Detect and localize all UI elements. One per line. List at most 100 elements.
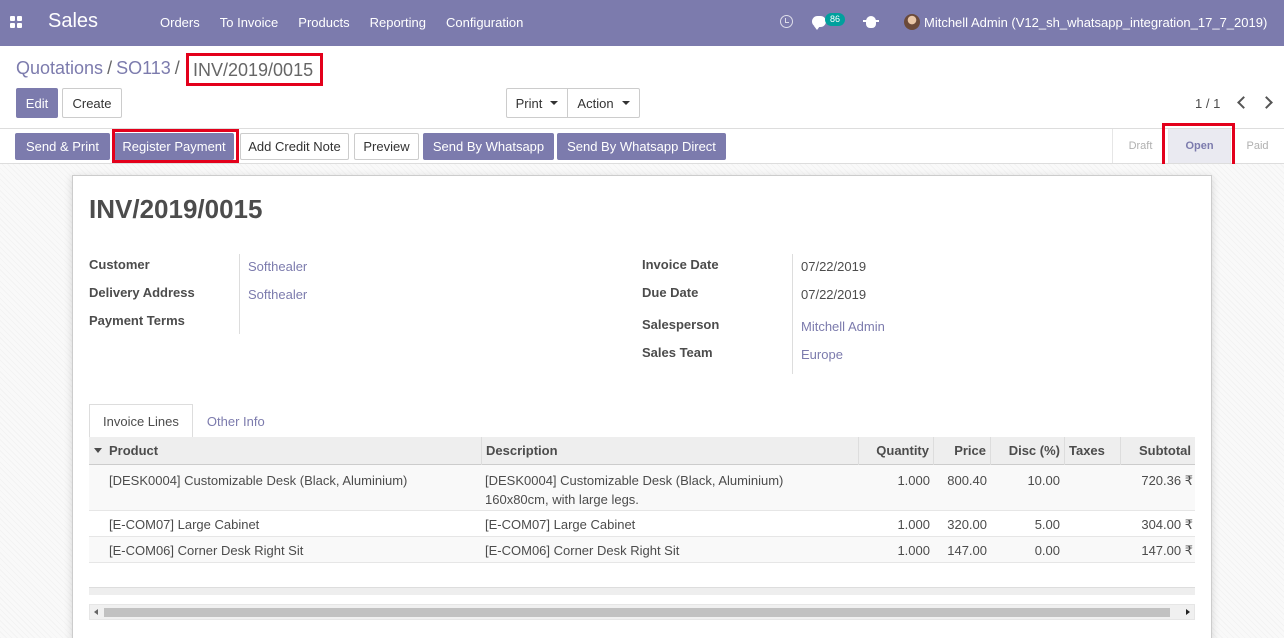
scroll-left-icon[interactable] xyxy=(94,609,98,615)
breadcrumb-separator: / xyxy=(174,58,180,78)
header-price[interactable]: Price xyxy=(933,437,990,465)
stage-paid[interactable]: Paid xyxy=(1230,129,1284,163)
horizontal-scrollbar[interactable] xyxy=(89,604,1195,620)
cell-subtotal: 720.36 ₹ xyxy=(1141,473,1193,488)
header-taxes[interactable]: Taxes xyxy=(1064,437,1120,465)
edit-button[interactable]: Edit xyxy=(16,88,58,118)
invoice-date-value[interactable]: 07/22/2019 xyxy=(801,259,866,274)
chat-count-badge: 86 xyxy=(825,13,846,26)
salesperson-value[interactable]: Mitchell Admin xyxy=(801,319,885,334)
cell-quantity: 1.000 xyxy=(897,473,930,488)
register-payment-button[interactable]: Register Payment xyxy=(114,133,234,160)
menu-products[interactable]: Products xyxy=(288,0,359,46)
activity-clock-icon[interactable] xyxy=(780,15,793,28)
cell-disc: 0.00 xyxy=(1034,543,1060,558)
sales-team-value[interactable]: Europe xyxy=(801,347,843,362)
stage-draft[interactable]: Draft xyxy=(1112,129,1168,163)
due-date-value[interactable]: 07/22/2019 xyxy=(801,287,866,302)
chevron-left-icon[interactable] xyxy=(1237,96,1250,109)
scroll-right-icon[interactable] xyxy=(1186,609,1190,615)
cell-product: [DESK0004] Customizable Desk (Black, Alu… xyxy=(109,473,408,488)
header-disc[interactable]: Disc (%) xyxy=(990,437,1064,465)
invoice-lines-table: Product Description Quantity Price Disc … xyxy=(89,437,1195,563)
send-by-whatsapp-direct-button[interactable]: Send By Whatsapp Direct xyxy=(557,133,726,160)
cell-product: [E-COM07] Large Cabinet xyxy=(109,517,260,532)
payment-terms-label: Payment Terms xyxy=(89,313,185,328)
table-header: Product Description Quantity Price Disc … xyxy=(89,437,1195,465)
print-dropdown[interactable]: Print xyxy=(506,88,568,118)
action-dropdown[interactable]: Action xyxy=(567,88,640,118)
cell-price: 147.00 xyxy=(947,543,987,558)
cell-subtotal: 147.00 ₹ xyxy=(1141,543,1193,558)
cell-price: 320.00 xyxy=(947,517,987,532)
header-quantity[interactable]: Quantity xyxy=(858,437,933,465)
right-field-separator xyxy=(792,254,793,374)
cell-quantity: 1.000 xyxy=(897,517,930,532)
left-field-separator xyxy=(239,254,240,334)
header-subtotal[interactable]: Subtotal xyxy=(1120,437,1195,465)
cell-description: [DESK0004] Customizable Desk (Black, Alu… xyxy=(485,471,855,509)
menu-orders[interactable]: Orders xyxy=(150,0,210,46)
add-credit-note-button[interactable]: Add Credit Note xyxy=(240,133,349,160)
status-bar: Send & Print Register Payment Add Credit… xyxy=(0,128,1284,164)
customer-value[interactable]: Softhealer xyxy=(248,259,307,274)
cell-price: 800.40 xyxy=(947,473,987,488)
table-row[interactable]: [E-COM07] Large Cabinet [E-COM07] Large … xyxy=(89,511,1195,537)
user-menu[interactable]: Mitchell Admin (V12_sh_whatsapp_integrat… xyxy=(924,15,1267,30)
top-navbar: Sales Orders To Invoice Products Reporti… xyxy=(0,0,1284,46)
due-date-label: Due Date xyxy=(642,285,699,300)
caret-down-icon xyxy=(621,101,630,105)
cell-description-line2: 160x80cm, with large legs. xyxy=(485,492,639,507)
notebook-tabs: Invoice Lines Other Info xyxy=(89,404,279,438)
stage-open[interactable]: Open xyxy=(1168,129,1230,163)
header-description[interactable]: Description xyxy=(481,437,858,465)
scrollbar-thumb[interactable] xyxy=(104,608,1170,617)
pager-value[interactable]: 1 / 1 xyxy=(1195,96,1220,111)
caret-down-icon[interactable] xyxy=(94,448,102,453)
cell-disc: 5.00 xyxy=(1034,517,1060,532)
breadcrumb-so113[interactable]: SO113 xyxy=(116,58,171,78)
print-label: Print xyxy=(515,95,543,111)
cell-description: [E-COM06] Corner Desk Right Sit xyxy=(485,543,680,558)
invoice-sheet: INV/2019/0015 Customer Softhealer Delive… xyxy=(72,175,1212,638)
customer-label: Customer xyxy=(89,257,150,272)
table-row[interactable]: [DESK0004] Customizable Desk (Black, Alu… xyxy=(89,465,1195,511)
send-print-button[interactable]: Send & Print xyxy=(15,133,110,160)
main-menu: Orders To Invoice Products Reporting Con… xyxy=(150,0,533,46)
app-name: Sales xyxy=(48,10,99,32)
table-footer xyxy=(89,587,1195,595)
breadcrumb-separator: / xyxy=(107,58,113,78)
cell-description-line1: [DESK0004] Customizable Desk (Black, Alu… xyxy=(485,473,784,488)
breadcrumb-quotations[interactable]: Quotations xyxy=(16,58,103,78)
delivery-address-label: Delivery Address xyxy=(89,285,195,300)
preview-button[interactable]: Preview xyxy=(354,133,419,160)
chat-icon[interactable] xyxy=(812,16,826,30)
tab-other-info[interactable]: Other Info xyxy=(193,404,279,438)
cell-quantity: 1.000 xyxy=(897,543,930,558)
breadcrumb-current-highlight: INV/2019/0015 xyxy=(186,53,323,86)
caret-down-icon xyxy=(550,101,559,105)
cell-subtotal: 304.00 ₹ xyxy=(1141,517,1193,532)
breadcrumb: Quotations / SO113/ xyxy=(16,58,184,79)
menu-to-invoice[interactable]: To Invoice xyxy=(210,0,289,46)
avatar[interactable] xyxy=(904,14,920,30)
cell-disc: 10.00 xyxy=(1027,473,1060,488)
sales-team-label: Sales Team xyxy=(642,345,713,360)
debug-bug-icon[interactable] xyxy=(863,16,879,28)
create-button[interactable]: Create xyxy=(62,88,122,118)
cell-description: [E-COM07] Large Cabinet xyxy=(485,517,636,532)
send-by-whatsapp-button[interactable]: Send By Whatsapp xyxy=(423,133,554,160)
tab-invoice-lines[interactable]: Invoice Lines xyxy=(89,404,193,438)
chevron-right-icon[interactable] xyxy=(1260,96,1273,109)
header-product[interactable]: Product xyxy=(105,437,481,465)
invoice-title: INV/2019/0015 xyxy=(89,194,263,224)
salesperson-label: Salesperson xyxy=(642,317,720,332)
breadcrumb-current: INV/2019/0015 xyxy=(193,60,314,80)
delivery-address-value[interactable]: Softhealer xyxy=(248,287,307,302)
apps-menu-icon[interactable] xyxy=(10,16,22,28)
menu-reporting[interactable]: Reporting xyxy=(360,0,436,46)
table-row[interactable]: [E-COM06] Corner Desk Right Sit [E-COM06… xyxy=(89,537,1195,563)
invoice-date-label: Invoice Date xyxy=(642,257,719,272)
cell-product: [E-COM06] Corner Desk Right Sit xyxy=(109,543,304,558)
menu-configuration[interactable]: Configuration xyxy=(436,0,533,46)
